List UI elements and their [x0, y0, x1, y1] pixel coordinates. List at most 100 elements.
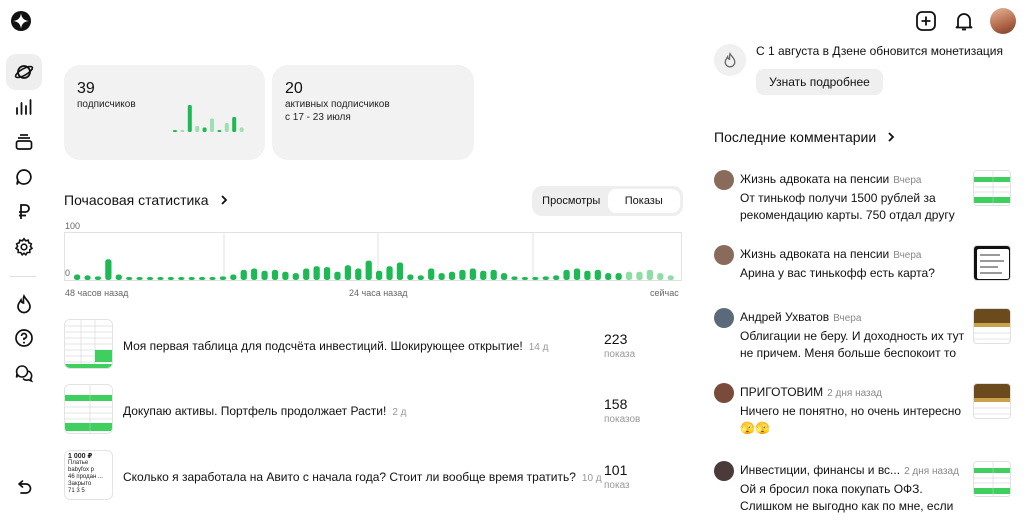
- comments-title[interactable]: Последние комментарии: [714, 129, 896, 145]
- chart-bar[interactable]: [532, 277, 539, 280]
- chart-bar[interactable]: [448, 271, 456, 280]
- nav-planet[interactable]: [6, 54, 42, 90]
- chart-bar[interactable]: [136, 277, 143, 280]
- chart-bar[interactable]: [438, 273, 445, 280]
- chart-bar[interactable]: [157, 277, 164, 280]
- chart-bar[interactable]: [355, 268, 362, 281]
- chart-bar[interactable]: [521, 277, 529, 280]
- comment-item[interactable]: Жизнь адвоката на пенсии Вчера От тинькоф …: [714, 170, 1014, 234]
- comment-author[interactable]: Андрей Ухватов: [740, 310, 829, 324]
- tab-views[interactable]: Просмотры: [535, 189, 608, 213]
- chart-bar[interactable]: [105, 259, 112, 280]
- chart-bar[interactable]: [334, 271, 341, 280]
- nav-stats[interactable]: [6, 89, 42, 125]
- user-avatar[interactable]: [990, 8, 1016, 34]
- comment-item[interactable]: Андрей Ухватов Вчера Облигации не беру. И …: [714, 308, 1014, 372]
- comment-post-thumbnail[interactable]: [973, 461, 1011, 497]
- comment-item[interactable]: ПРИГОТОВИМ 2 дня назад Ничего не понятно, …: [714, 383, 1014, 447]
- chart-bar[interactable]: [323, 267, 331, 280]
- chart-bar[interactable]: [251, 268, 258, 281]
- comment-item[interactable]: Жизнь адвоката на пенсии Вчера Арина у вас…: [714, 245, 1014, 309]
- comment-author-avatar[interactable]: [714, 461, 734, 481]
- chart-bar[interactable]: [230, 274, 237, 280]
- comment-author-avatar[interactable]: [714, 308, 734, 328]
- chart-bar[interactable]: [636, 271, 643, 280]
- chart-bar[interactable]: [386, 266, 393, 280]
- chart-bar[interactable]: [84, 275, 91, 280]
- chart-bar[interactable]: [500, 273, 508, 280]
- nav-flame[interactable]: [6, 286, 42, 322]
- chart-bar[interactable]: [428, 268, 435, 281]
- comment-post-thumbnail[interactable]: [973, 170, 1011, 206]
- chart-bar[interactable]: [563, 269, 570, 280]
- chart-bar[interactable]: [198, 277, 206, 280]
- chart-bar[interactable]: [646, 269, 654, 280]
- active-subscribers-card[interactable]: 20 активных подписчиков с 17 - 23 июля: [272, 65, 474, 160]
- chart-bar[interactable]: [126, 277, 133, 280]
- nav-settings[interactable]: [6, 229, 42, 265]
- post-row[interactable]: Докупаю активы. Портфель продолжает Раст…: [64, 384, 684, 436]
- chart-bar[interactable]: [625, 271, 633, 280]
- add-post-button[interactable]: [914, 9, 938, 33]
- chart-bar[interactable]: [490, 269, 497, 280]
- nav-help[interactable]: [6, 320, 42, 356]
- comment-author-avatar[interactable]: [714, 245, 734, 265]
- hourly-stats-title[interactable]: Почасовая статистика: [64, 192, 229, 208]
- chart-bar[interactable]: [657, 273, 664, 280]
- chart-bar[interactable]: [667, 275, 674, 280]
- post-row[interactable]: 1 000 ₽ Платье babyfox р 46 продан ... З…: [64, 450, 684, 502]
- notifications-button[interactable]: [952, 9, 976, 33]
- chart-bar[interactable]: [396, 262, 404, 280]
- comment-post-thumbnail[interactable]: [973, 308, 1011, 344]
- chart-bar[interactable]: [167, 277, 174, 280]
- chart-bar[interactable]: [261, 270, 268, 280]
- chart-bar[interactable]: [74, 274, 81, 280]
- chart-bar[interactable]: [459, 269, 466, 280]
- chart-bar[interactable]: [407, 274, 414, 280]
- comment-author[interactable]: Жизнь адвоката на пенсии: [740, 247, 889, 261]
- chart-bar[interactable]: [146, 277, 154, 280]
- chart-bar[interactable]: [365, 260, 372, 280]
- chart-bar[interactable]: [219, 276, 227, 280]
- chart-bar[interactable]: [615, 273, 622, 280]
- post-row[interactable]: Моя первая таблица для подсчёта инвестиц…: [64, 319, 684, 371]
- chart-bar[interactable]: [271, 269, 279, 280]
- chart-bar[interactable]: [553, 275, 560, 280]
- chart-bar[interactable]: [282, 271, 289, 280]
- subscribers-card[interactable]: 39 подписчиков: [64, 65, 265, 160]
- chart-bar[interactable]: [573, 268, 581, 281]
- comment-author-avatar[interactable]: [714, 170, 734, 190]
- comment-author[interactable]: Инвестиции, финансы и вс...: [740, 463, 900, 477]
- chart-bar[interactable]: [188, 277, 195, 280]
- chart-bar[interactable]: [178, 277, 185, 280]
- chart-bar[interactable]: [417, 275, 424, 280]
- nav-layers[interactable]: [6, 124, 42, 160]
- comment-post-thumbnail[interactable]: [973, 383, 1011, 419]
- chart-bar[interactable]: [511, 276, 518, 280]
- chart-bar[interactable]: [542, 276, 549, 280]
- chart-bar[interactable]: [376, 270, 383, 280]
- chart-bar[interactable]: [584, 270, 591, 280]
- learn-more-button[interactable]: Узнать подробнее: [756, 69, 883, 95]
- chart-bar[interactable]: [94, 276, 102, 280]
- comment-author-avatar[interactable]: [714, 383, 734, 403]
- chart-bar[interactable]: [209, 277, 216, 280]
- chart-bar[interactable]: [240, 269, 247, 280]
- chart-bar[interactable]: [344, 265, 352, 280]
- comment-author[interactable]: Жизнь адвоката на пенсии: [740, 172, 889, 186]
- chart-bar[interactable]: [313, 266, 320, 280]
- chart-bar[interactable]: [469, 268, 476, 281]
- nav-money[interactable]: [6, 194, 42, 230]
- nav-back[interactable]: [6, 469, 42, 505]
- chart-bar[interactable]: [303, 268, 310, 281]
- nav-messages[interactable]: [6, 355, 42, 391]
- comment-author[interactable]: ПРИГОТОВИМ: [740, 385, 823, 399]
- chart-bar[interactable]: [480, 270, 487, 280]
- comment-post-thumbnail[interactable]: [973, 245, 1011, 281]
- chart-bar[interactable]: [115, 274, 122, 280]
- chart-bar[interactable]: [594, 269, 601, 280]
- zen-logo-icon[interactable]: [10, 10, 32, 32]
- nav-comments[interactable]: [6, 159, 42, 195]
- tab-impressions[interactable]: Показы: [607, 189, 680, 213]
- chart-bar[interactable]: [292, 273, 299, 280]
